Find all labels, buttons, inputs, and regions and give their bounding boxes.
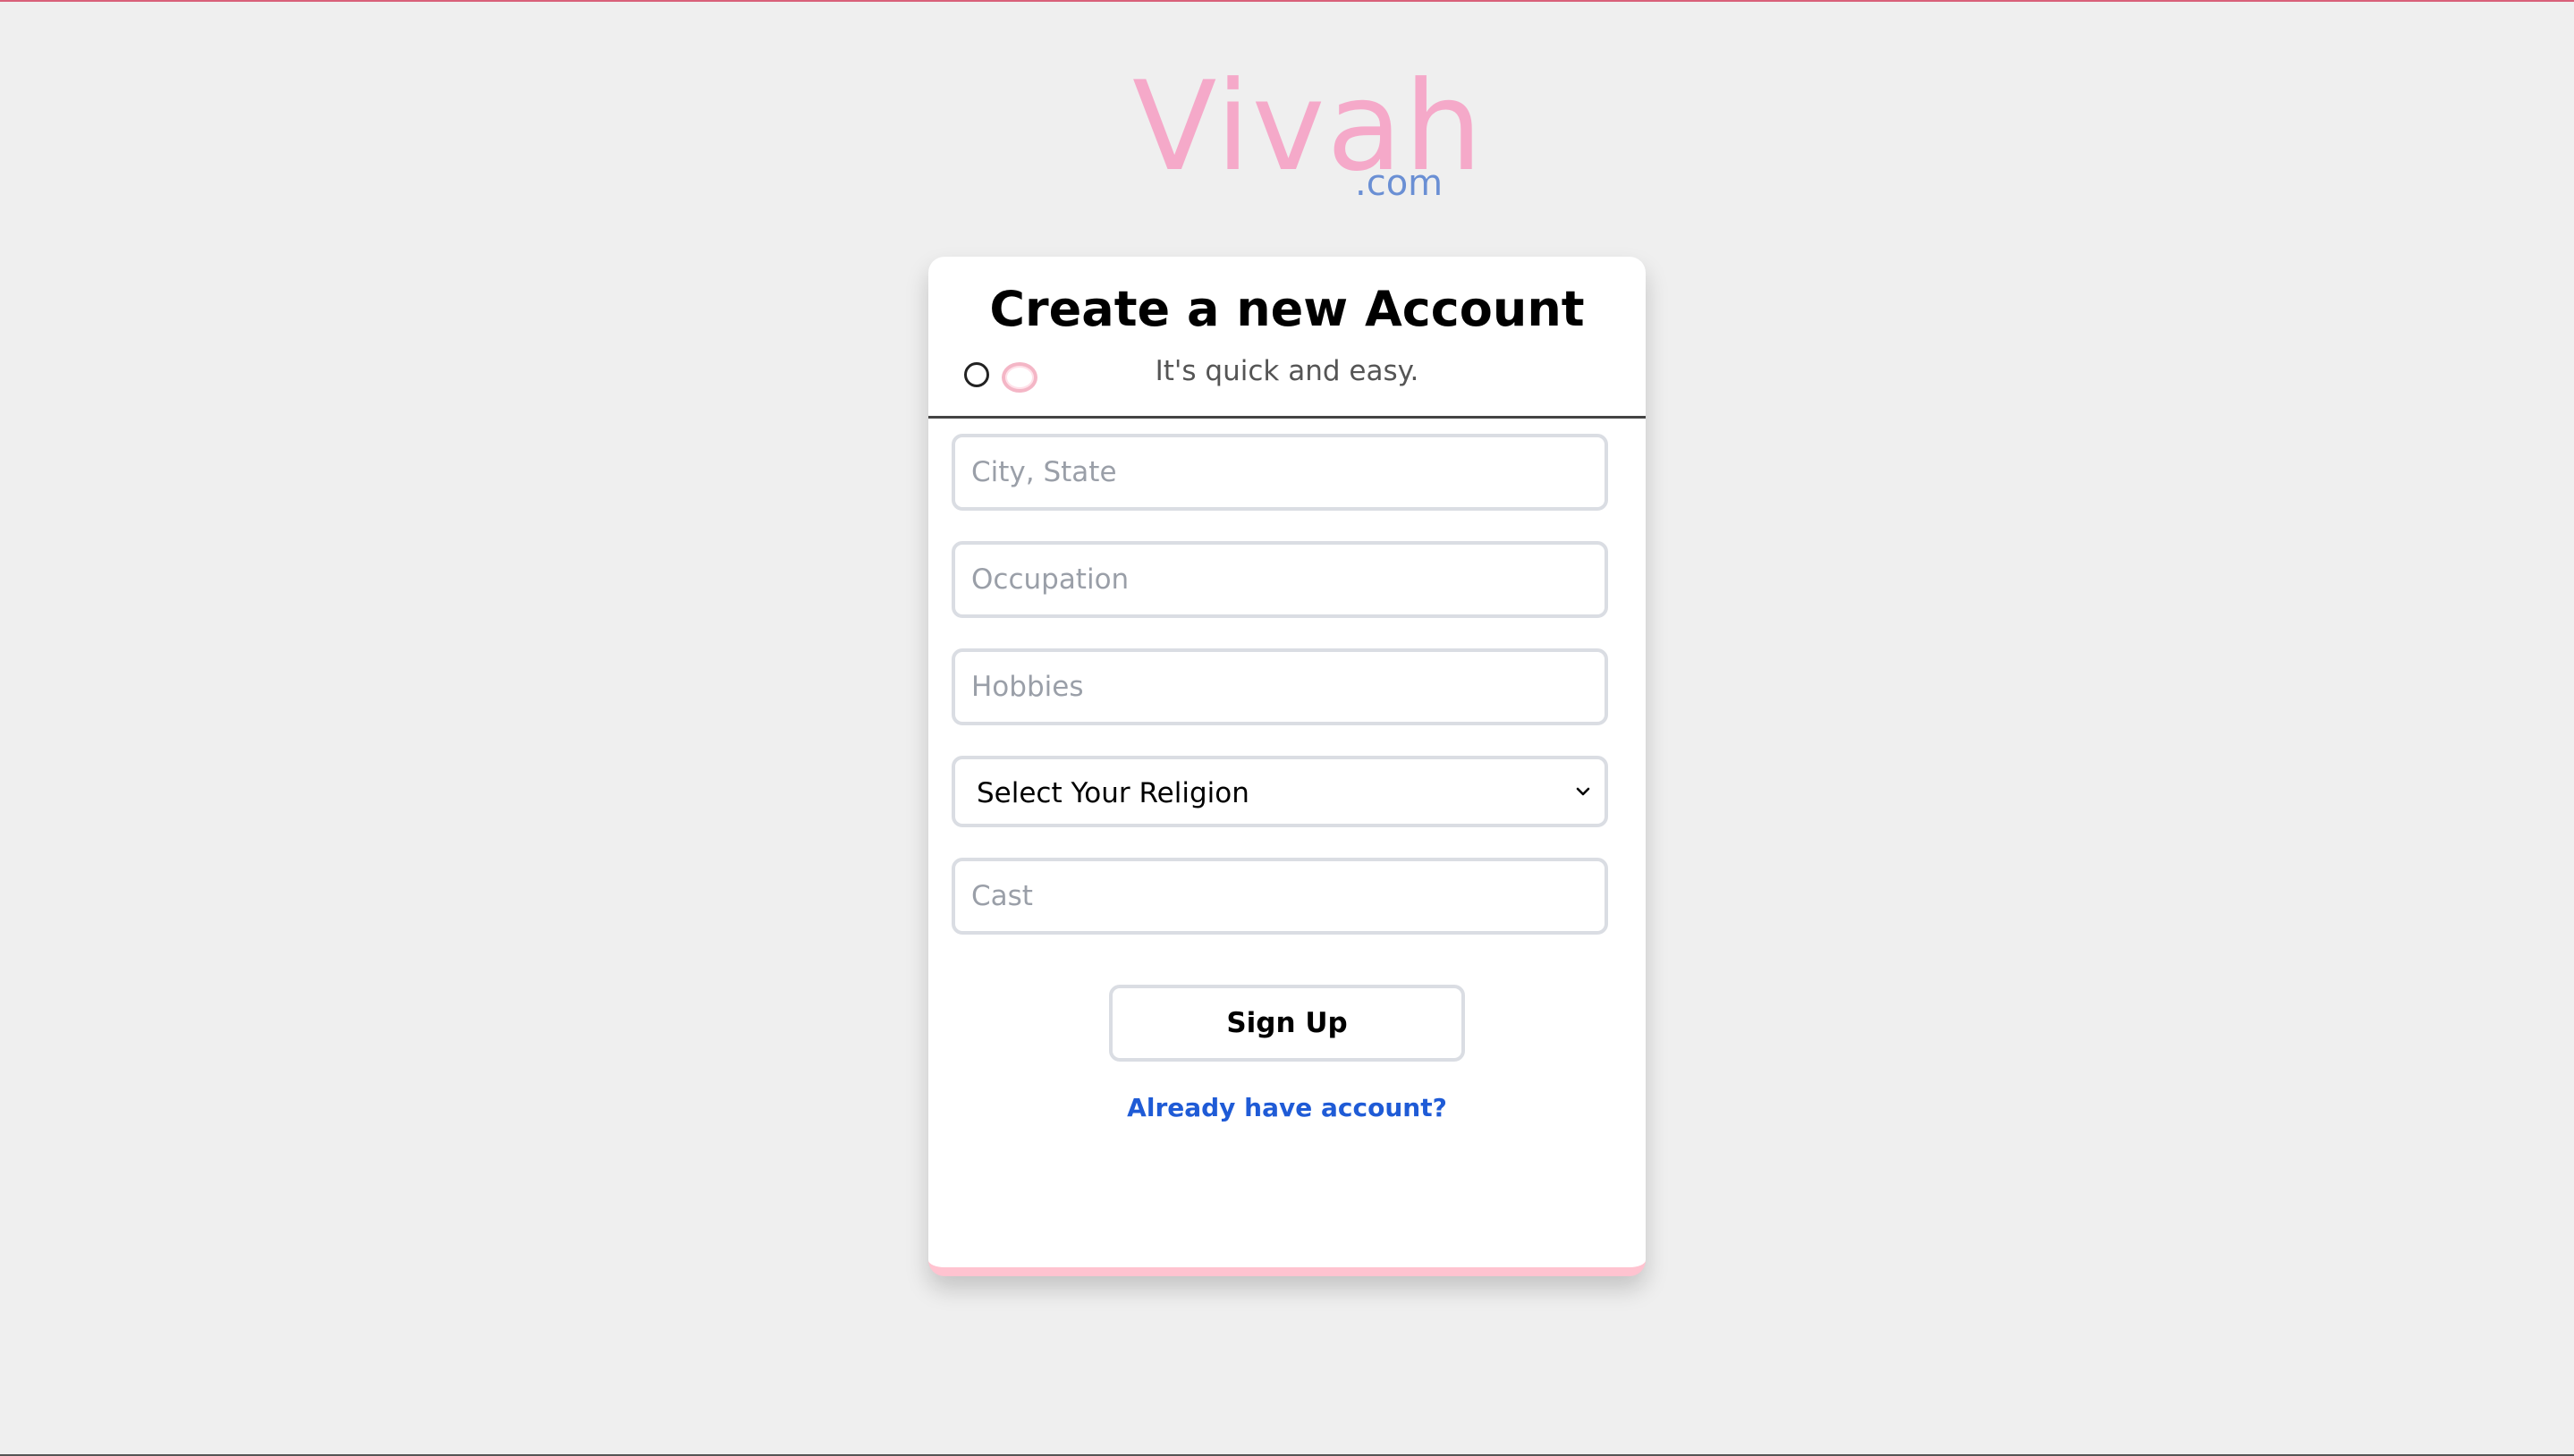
hobbies-input[interactable] [952,648,1608,725]
cast-input[interactable] [952,858,1608,935]
signup-button[interactable]: Sign Up [1109,985,1465,1062]
occupation-input[interactable] [952,541,1608,618]
form-title: Create a new Account [989,281,1585,337]
form-subtitle: It's quick and easy. [1155,355,1419,387]
city-state-input[interactable] [952,434,1608,511]
religion-select[interactable]: Select Your Religion [952,756,1608,827]
already-have-account-link[interactable]: Already have account? [928,1090,1646,1126]
header-divider [928,416,1646,419]
signup-card: Create a new Account It's quick and easy… [928,257,1646,1276]
logo-tld: .com [1355,163,1444,204]
chevron-down-icon [1576,787,1590,796]
religion-select-value: Select Your Religion [977,777,1249,809]
site-logo: Vivah .com [1127,55,1482,216]
